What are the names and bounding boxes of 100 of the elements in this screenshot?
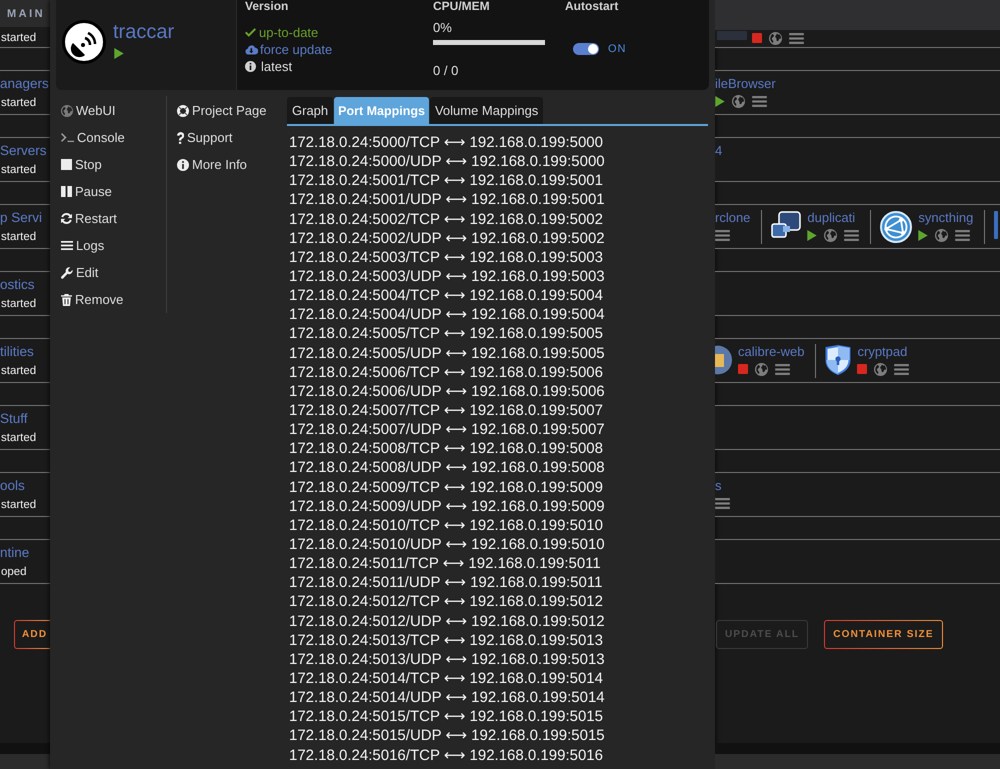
category-title[interactable]: Servers	[0, 142, 50, 160]
menu-icon[interactable]	[894, 364, 910, 374]
memory-reading: 0 / 0	[433, 62, 458, 79]
menu-icon[interactable]	[844, 230, 860, 240]
globe-icon[interactable]	[935, 228, 948, 242]
cpu-reading: 0%	[433, 19, 452, 36]
menu-icon[interactable]	[955, 230, 970, 240]
category-title[interactable]: ostics	[0, 276, 50, 294]
lifebuoy-icon	[177, 104, 189, 116]
globe-icon[interactable]	[755, 362, 768, 376]
container-name[interactable]: traccar	[113, 20, 174, 44]
list-icon	[61, 241, 73, 250]
port-mapping: 172.18.0.24:5015/TCP ⟷ 192.168.0.199:5015	[289, 707, 603, 726]
port-mapping: 172.18.0.24:5006/TCP ⟷ 192.168.0.199:5006	[289, 362, 603, 382]
wrench-icon	[61, 266, 73, 278]
port-mapping: 172.18.0.24:5014/UDP ⟷ 192.168.0.199:5014	[289, 688, 605, 708]
category-status: started	[0, 498, 38, 513]
action-link[interactable]: Restart	[61, 205, 117, 232]
category-status: started	[0, 230, 38, 245]
tab[interactable]: Port Mappings	[334, 97, 429, 124]
action-link[interactable]: Remove	[61, 286, 124, 313]
add-button[interactable]: ADD	[14, 620, 50, 649]
toggle-label: ON	[608, 43, 626, 55]
action-link[interactable]: Edit	[61, 259, 98, 286]
port-mapping: 172.18.0.24:5012/TCP ⟷ 192.168.0.199:5012	[289, 592, 603, 612]
app-name[interactable]: 4	[715, 142, 722, 160]
action-link[interactable]: Console	[61, 124, 125, 151]
app-name[interactable]: ileBrowser	[715, 75, 776, 93]
menu-icon[interactable]	[752, 96, 767, 106]
port-mapping: 172.18.0.24:5003/UDP ⟷ 192.168.0.199:5003	[289, 266, 605, 286]
globe-icon	[61, 104, 73, 116]
port-mapping: 172.18.0.24:5004/TCP ⟷ 192.168.0.199:5004	[289, 286, 603, 306]
category-title[interactable]: tilities	[0, 343, 50, 361]
port-mapping: 172.18.0.24:5012/UDP ⟷ 192.168.0.199:5012	[289, 612, 605, 631]
port-mapping: 172.18.0.24:5016/TCP ⟷ 192.168.0.199:5016	[289, 746, 603, 765]
category-status: started	[0, 96, 38, 111]
question-icon	[177, 132, 184, 144]
app-name[interactable]: rclone	[715, 209, 750, 227]
globe-icon[interactable]	[874, 362, 888, 376]
cloud-download-icon	[245, 44, 258, 55]
port-mapping: 172.18.0.24:5001/TCP ⟷ 192.168.0.199:5001	[289, 171, 603, 190]
app-name[interactable]: calibre-web	[738, 343, 804, 361]
port-mapping: 172.18.0.24:5008/UDP ⟷ 192.168.0.199:5008	[289, 458, 605, 478]
autostart-toggle[interactable]	[573, 43, 599, 55]
menu-icon[interactable]	[715, 498, 730, 508]
port-mapping: 172.18.0.24:5011/TCP ⟷ 192.168.0.199:5011	[289, 554, 601, 574]
action-link[interactable]: Stop	[61, 151, 102, 178]
globe-icon[interactable]	[824, 228, 838, 242]
toolbar-button[interactable]: CONTAINER SIZE	[824, 620, 943, 649]
globe-icon[interactable]	[732, 94, 745, 108]
menu-icon[interactable]	[715, 230, 730, 240]
info-link[interactable]: Support	[177, 124, 233, 151]
category-title[interactable]: ools	[0, 477, 50, 495]
version-tag: latest	[261, 59, 292, 74]
port-mapping: 172.18.0.24:5001/UDP ⟷ 192.168.0.199:5001	[289, 190, 605, 210]
port-mapping: 172.18.0.24:5000/UDP ⟷ 192.168.0.199:5000	[289, 152, 605, 172]
menu-icon[interactable]	[789, 32, 804, 44]
action-link[interactable]: Pause	[61, 178, 112, 205]
port-mapping: 172.18.0.24:5007/UDP ⟷ 192.168.0.199:5007	[289, 420, 605, 440]
check-icon	[245, 28, 256, 37]
app-name[interactable]: s	[715, 477, 730, 495]
category-status: oped	[0, 565, 28, 580]
category-status: started	[0, 431, 38, 446]
category-title[interactable]: Stuff	[0, 410, 50, 428]
refresh-icon	[61, 213, 72, 224]
port-mapping: 172.18.0.24:5007/TCP ⟷ 192.168.0.199:5007	[289, 400, 603, 420]
trash-icon	[61, 294, 72, 306]
tab[interactable]: Volume Mappings	[430, 97, 544, 124]
port-mapping: 172.18.0.24:5002/UDP ⟷ 192.168.0.199:5002	[289, 228, 605, 248]
port-mapping: 172.18.0.24:5008/TCP ⟷ 192.168.0.199:5008	[289, 439, 603, 458]
column-heading: Version	[245, 0, 288, 13]
menu-icon[interactable]	[775, 364, 790, 374]
action-link[interactable]: Logs	[61, 232, 104, 259]
port-mapping: 172.18.0.24:5010/TCP ⟷ 192.168.0.199:5010	[289, 516, 603, 535]
category-title[interactable]: ntine	[0, 544, 50, 562]
port-mapping: 172.18.0.24:5013/TCP ⟷ 192.168.0.199:5013	[289, 630, 603, 650]
app-name[interactable]: syncthing	[918, 209, 974, 227]
port-mapping: 172.18.0.24:5015/UDP ⟷ 192.168.0.199:5015	[289, 726, 605, 746]
tab[interactable]: Graph	[287, 97, 334, 124]
port-mapping: 172.18.0.24:5005/TCP ⟷ 192.168.0.199:5005	[289, 324, 603, 344]
app-name[interactable]: duplicati	[807, 209, 860, 227]
port-mapping: 172.18.0.24:5011/UDP ⟷ 192.168.0.199:5011	[289, 573, 602, 592]
section-tab[interactable]: MAIN	[0, 0, 50, 27]
port-mapping: 172.18.0.24:5009/TCP ⟷ 192.168.0.199:5009	[289, 478, 603, 497]
info-link[interactable]: More Info	[177, 151, 247, 178]
app-name[interactable]: cryptpad	[857, 343, 910, 361]
info-icon	[245, 61, 256, 72]
category-title[interactable]: p Servi	[0, 209, 50, 227]
info-link[interactable]: Project Page	[177, 97, 266, 124]
port-mapping: 172.18.0.24:5005/UDP ⟷ 192.168.0.199:5005	[289, 344, 605, 363]
action-link[interactable]: WebUI	[61, 97, 116, 124]
info-icon	[177, 158, 189, 170]
port-mapping: 172.18.0.24:5010/UDP ⟷ 192.168.0.199:5010	[289, 534, 605, 554]
force-update-link[interactable]: force update	[245, 42, 332, 57]
version-status: up-to-date	[259, 25, 318, 40]
globe-icon[interactable]	[769, 32, 782, 44]
pause-icon	[61, 186, 72, 197]
column-heading: CPU/MEM	[433, 0, 490, 13]
category-title[interactable]: anagers	[0, 75, 50, 93]
category-status: started	[0, 297, 38, 312]
